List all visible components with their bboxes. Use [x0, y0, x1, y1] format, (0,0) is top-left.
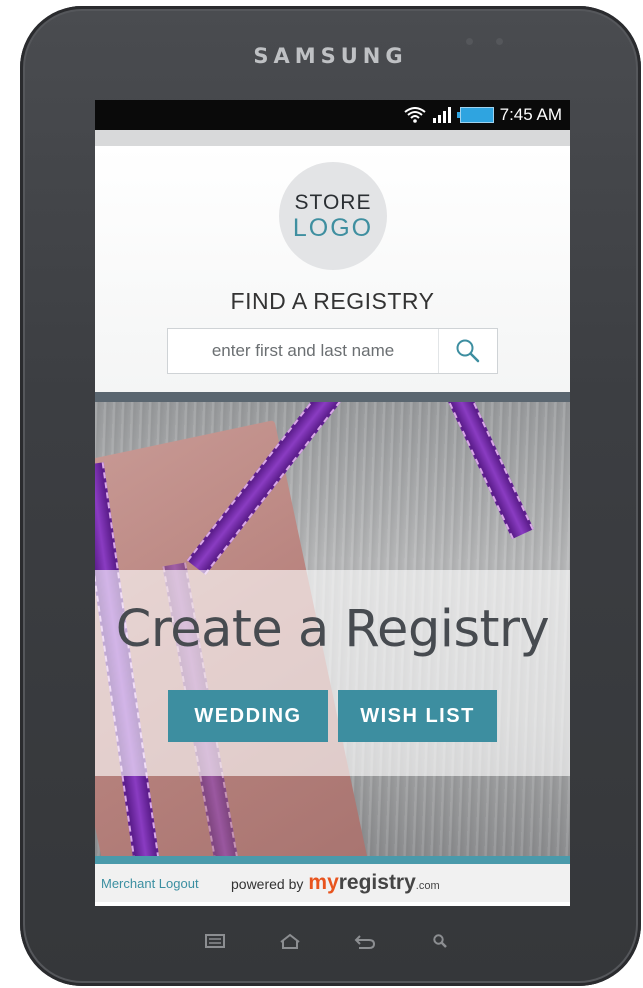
- search-input[interactable]: [168, 329, 438, 373]
- status-bar: 7:45 AM: [95, 100, 570, 130]
- logo-line-store: STORE: [294, 190, 372, 214]
- camera-dot-icon: [466, 38, 473, 45]
- back-icon: [354, 935, 376, 949]
- footer-accent-bar: [95, 856, 570, 864]
- search-icon: [456, 339, 480, 363]
- wifi-icon: [404, 107, 426, 123]
- logo-line-logo: LOGO: [292, 213, 374, 242]
- hero-title: Create a Registry: [115, 600, 550, 659]
- tablet-device: SAMSUNG 7:45 AM STORE LOGO FIND A REGIST…: [20, 6, 641, 986]
- home-key[interactable]: [272, 926, 308, 956]
- merchant-logout-link[interactable]: Merchant Logout: [101, 876, 231, 891]
- registry-search-section: STORE LOGO FIND A REGISTRY: [95, 146, 570, 392]
- footer: Merchant Logout powered by my registry .co…: [95, 864, 570, 902]
- powered-by-label: powered by: [231, 876, 304, 892]
- ribbon-image: [440, 402, 534, 540]
- signal-icon: [432, 107, 454, 123]
- store-logo[interactable]: STORE LOGO: [279, 162, 387, 270]
- wish-list-button[interactable]: WISH LIST: [338, 690, 497, 742]
- search-button[interactable]: [438, 329, 497, 373]
- hero-buttons: WEDDING WISH LIST: [95, 690, 570, 742]
- back-key[interactable]: [347, 926, 383, 956]
- powered-by-myregistry[interactable]: powered by my registry .com: [231, 871, 440, 895]
- hardware-nav-keys: [0, 926, 643, 956]
- find-registry-title: FIND A REGISTRY: [230, 288, 435, 314]
- menu-key[interactable]: [197, 926, 233, 956]
- brand-my: my: [308, 871, 339, 894]
- battery-icon: [456, 107, 494, 123]
- device-screen: 7:45 AM STORE LOGO FIND A REGISTRY enter…: [95, 100, 570, 906]
- search-box: [167, 328, 498, 374]
- menu-icon: [205, 934, 225, 948]
- brand-registry: registry: [338, 871, 416, 894]
- home-icon: [280, 933, 300, 949]
- device-brand-label: SAMSUNG: [253, 44, 408, 68]
- sensor-dot-icon: [496, 38, 503, 45]
- brand-com: .com: [415, 880, 440, 892]
- header-strip: [95, 130, 570, 146]
- wedding-button[interactable]: WEDDING: [168, 690, 328, 742]
- search-icon: [433, 934, 447, 948]
- create-registry-hero: Create a Registry WEDDING WISH LIST: [95, 402, 570, 856]
- search-key[interactable]: [422, 926, 458, 956]
- section-divider: [95, 392, 570, 402]
- status-time: 7:45 AM: [499, 105, 562, 124]
